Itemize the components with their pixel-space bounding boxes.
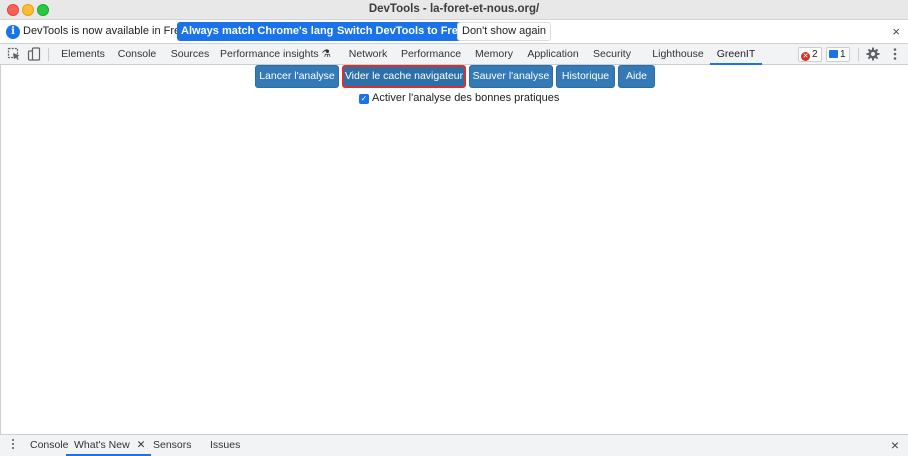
launch-analysis-button[interactable]: Lancer l'analyse [255, 65, 339, 88]
errors-counter[interactable]: ✕ 2 [798, 47, 822, 62]
tab-application[interactable]: Application [524, 44, 582, 65]
tab-elements[interactable]: Elements [56, 44, 110, 65]
more-options-icon[interactable] [888, 47, 902, 61]
infobar-close-icon[interactable]: × [892, 24, 900, 39]
messages-counter[interactable]: 1 [826, 47, 850, 62]
window-titlebar: DevTools - la-foret-et-nous.org/ [0, 0, 908, 20]
tab-memory[interactable]: Memory [472, 44, 516, 65]
info-icon: i [6, 25, 20, 39]
message-icon [829, 50, 838, 58]
inspect-element-icon[interactable] [7, 47, 21, 61]
help-button[interactable]: Aide [618, 65, 655, 88]
drawer-menu-icon[interactable] [11, 439, 15, 452]
history-button[interactable]: Historique [556, 65, 615, 88]
tab-console[interactable]: Console [114, 44, 160, 65]
tab-lighthouse[interactable]: Lighthouse [650, 44, 706, 65]
drawer-tab-sensors[interactable]: Sensors [153, 435, 192, 456]
best-practices-checkbox[interactable]: ✓ [359, 94, 369, 104]
save-analysis-button[interactable]: Sauver l'analyse [469, 65, 553, 88]
best-practices-option: ✓ Activer l'analyse des bonnes pratiques [359, 92, 559, 104]
messages-count: 1 [840, 49, 846, 60]
best-practices-label: Activer l'analyse des bonnes pratiques [372, 92, 560, 104]
drawer-tab-console[interactable]: Console [30, 435, 69, 456]
close-tab-icon[interactable]: ✕ [137, 439, 146, 451]
toolbar-divider [858, 48, 859, 61]
language-infobar: i DevTools is now available in French! A… [0, 20, 908, 44]
drawer-toolbar: Console What's New ✕ Sensors Issues × [0, 434, 908, 456]
infobar-message: DevTools is now available in French! [23, 25, 201, 37]
greenit-panel: Lancer l'analyse Vider le cache navigate… [0, 65, 908, 434]
toolbar-divider [48, 48, 49, 61]
window-title: DevTools - la-foret-et-nous.org/ [368, 3, 540, 15]
tab-network[interactable]: Network [344, 44, 392, 65]
tab-performance[interactable]: Performance [400, 44, 462, 65]
tab-security[interactable]: Security [590, 44, 634, 65]
device-toolbar-icon[interactable] [27, 47, 41, 61]
dont-show-again-button[interactable]: Don't show again [457, 22, 552, 41]
errors-count: 2 [812, 49, 818, 60]
tab-sources[interactable]: Sources [166, 44, 214, 65]
clear-browser-cache-button[interactable]: Vider le cache navigateur [342, 65, 466, 88]
drawer-tab-issues[interactable]: Issues [210, 435, 240, 456]
error-icon: ✕ [801, 52, 810, 61]
gear-icon[interactable] [866, 47, 880, 61]
devtools-main-toolbar: Elements Console Sources Performance ins… [0, 44, 908, 65]
tab-greenit[interactable]: GreenIT [710, 44, 762, 65]
drawer-close-icon[interactable]: × [891, 437, 899, 453]
drawer-tab-label: What's New [74, 439, 130, 451]
tab-performance-insights[interactable]: Performance insights ⚗ [220, 44, 331, 65]
drawer-tab-whats-new[interactable]: What's New ✕ [66, 435, 152, 456]
